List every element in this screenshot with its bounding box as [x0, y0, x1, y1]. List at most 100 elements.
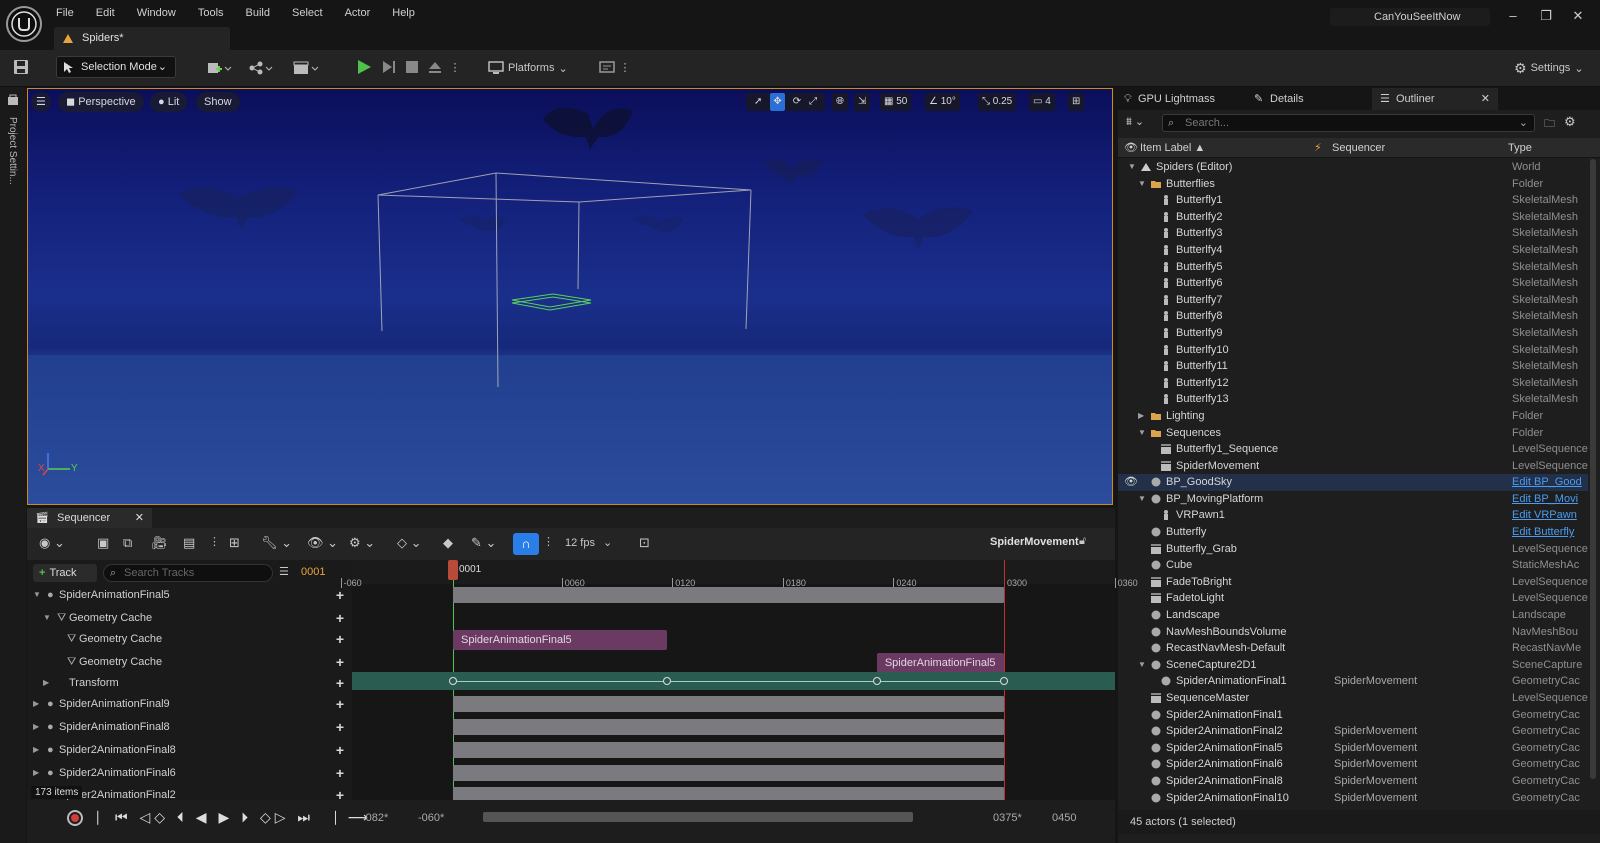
filter-icon[interactable]: ⩩ ⌄	[1126, 115, 1144, 129]
snap-magnet-icon[interactable]: ∩	[513, 533, 539, 555]
more-options-icon[interactable]: ⋮	[209, 535, 220, 548]
outliner-row[interactable]: SequenceMaster LevelSequence	[1118, 690, 1588, 707]
key-tools-icon[interactable]: ⊞	[229, 535, 240, 551]
rotation-snap-toggle[interactable]: ∠ 10°	[925, 93, 960, 111]
collapsed-arrow-icon[interactable]: ▶	[33, 762, 39, 784]
blueprint-icon[interactable]	[246, 58, 276, 78]
outliner-row[interactable]: ▶ Lighting Folder	[1118, 408, 1588, 425]
key-diamond-icon[interactable]: ◇ ⌄	[397, 535, 422, 551]
eye-icon[interactable]: 👁︎ ⌄	[307, 535, 338, 551]
gear-icon[interactable]: ⚙	[1564, 114, 1576, 130]
move-tool-icon[interactable]: ✥	[770, 93, 785, 111]
outliner-row[interactable]: Butterlfy5 SkeletalMesh	[1118, 259, 1588, 276]
menu-edit[interactable]: Edit	[96, 7, 115, 19]
outliner-row[interactable]: Butterlfy2 SkeletalMesh	[1118, 209, 1588, 226]
lock-icon[interactable]: 🔓︎	[1079, 535, 1086, 548]
track-section-bar[interactable]	[453, 765, 1004, 781]
edit-blueprint-link[interactable]: Edit VRPawn	[1512, 507, 1588, 524]
viewport-menu-button[interactable]: ☰	[31, 92, 51, 112]
outliner-row[interactable]: Spider2AnimationFinal6 SpiderMovement Geom…	[1118, 756, 1588, 773]
visibility-column-icon[interactable]: 👁︎	[1124, 138, 1138, 158]
track-section-bar[interactable]	[453, 587, 1004, 603]
collapsed-arrow-icon[interactable]: ▶	[33, 739, 39, 761]
unreal-logo-icon[interactable]	[6, 6, 42, 42]
outliner-row[interactable]: NavMeshBoundsVolume NavMeshBou	[1118, 624, 1588, 641]
outliner-row[interactable]: Butterlfy6 SkeletalMesh	[1118, 275, 1588, 292]
curve-editor-icon[interactable]: ⊡	[639, 535, 650, 551]
visibility-eye-icon[interactable]: 👁︎	[1124, 474, 1138, 491]
sequencer-track-row[interactable]: ▼ ⛛ Geometry Cache +	[27, 607, 352, 629]
expanded-arrow-icon[interactable]: ▼	[1138, 657, 1148, 674]
scale-snap-toggle[interactable]: ⤡ 0.25	[978, 93, 1017, 111]
timeline-scrollbar[interactable]	[483, 812, 913, 822]
track-section-bar[interactable]	[453, 719, 1004, 735]
column-sequencer[interactable]: Sequencer	[1332, 138, 1385, 158]
outliner-row[interactable]: Butterlfy8 SkeletalMesh	[1118, 308, 1588, 325]
show-button[interactable]: Show	[196, 92, 240, 112]
perspective-button[interactable]: ◼ Perspective	[58, 92, 144, 112]
keyframe-icon[interactable]	[1000, 677, 1008, 685]
outliner-row[interactable]: Spider2AnimationFinal2 SpiderMovement Geom…	[1118, 723, 1588, 740]
collapsed-arrow-icon[interactable]: ▶	[43, 672, 49, 694]
select-tool-icon[interactable]: ➚	[754, 93, 762, 111]
outliner-search-input[interactable]: ⌕ Search... ⌄	[1162, 114, 1535, 132]
expanded-arrow-icon[interactable]: ▼	[1128, 159, 1138, 176]
add-subtrack-icon[interactable]: +	[336, 739, 344, 761]
outliner-row[interactable]: Butterlfy11 SkeletalMesh	[1118, 358, 1588, 375]
filter-icon[interactable]: ☰	[279, 565, 289, 578]
record-button[interactable]	[67, 810, 83, 826]
sequencer-track-row[interactable]: ▼ ● SpiderAnimationFinal5 +	[27, 584, 352, 606]
maximize-button[interactable]: ❐	[1536, 8, 1556, 24]
outliner-row[interactable]: Spider2AnimationFinal8 SpiderMovement Geom…	[1118, 773, 1588, 790]
keyframe-icon[interactable]	[662, 677, 671, 685]
save-as-icon[interactable]: ⧉	[123, 535, 132, 551]
current-frame[interactable]: 0001	[301, 566, 325, 578]
more-options-icon[interactable]: ⋮	[543, 535, 554, 548]
add-subtrack-icon[interactable]: +	[336, 651, 344, 673]
menu-file[interactable]: File	[56, 7, 74, 19]
sequencer-timeline[interactable]: -060 0001 0060 0120 0180 0240 0300 0360 SpiderA…	[340, 560, 1138, 803]
add-subtrack-icon[interactable]: +	[336, 716, 344, 738]
grid-snap-toggle[interactable]: ▦ 50	[880, 93, 912, 111]
tab-gpu-lightmass[interactable]: 💡︎ GPU Lightmass	[1118, 88, 1244, 110]
settings-button[interactable]: ⚙ Settings ⌄	[1514, 56, 1584, 80]
scale-tool-icon[interactable]: ⤢	[809, 93, 817, 111]
outliner-row[interactable]: Butterfly1 SkeletalMesh	[1118, 192, 1588, 209]
outliner-row[interactable]: Butterlfy12 SkeletalMesh	[1118, 375, 1588, 392]
more-options-icon[interactable]: ⋮	[620, 58, 631, 76]
outliner-row[interactable]: ▼ Butterflies Folder	[1118, 176, 1588, 193]
outliner-row[interactable]: Butterfly1_Sequence LevelSequence	[1118, 441, 1588, 458]
lit-button[interactable]: ● Lit	[150, 92, 188, 112]
outliner-row[interactable]: VRPawn1 Edit VRPawn	[1118, 507, 1588, 524]
expanded-arrow-icon[interactable]: ▼	[43, 607, 51, 629]
save-icon[interactable]	[12, 58, 30, 76]
column-type[interactable]: Type	[1508, 138, 1532, 158]
timeline-ruler[interactable]: -060 0001 0060 0120 0180 0240 0300 0360	[340, 560, 1138, 588]
fps-dropdown[interactable]: 12 fps ⌄	[565, 536, 612, 550]
outliner-row[interactable]: ▼ SceneCapture2D1 SceneCapture	[1118, 657, 1588, 674]
save-icon[interactable]: ▣	[97, 535, 109, 551]
auto-key-icon[interactable]: ◆	[443, 535, 453, 551]
playhead-handle[interactable]	[448, 560, 458, 580]
menu-build[interactable]: Build	[246, 7, 270, 19]
clapper-icon[interactable]: ▤	[183, 535, 195, 551]
keyframe-icon[interactable]	[449, 677, 457, 685]
cinematics-icon[interactable]	[290, 58, 322, 78]
add-subtrack-icon[interactable]: +	[336, 672, 344, 694]
edit-blueprint-link[interactable]: Edit BP_Movi	[1512, 491, 1588, 508]
level-viewport[interactable]: Y X ☰ ◼ Perspective ● Lit Show ➚ ✥ ⟳ ⤢ 🌐…	[27, 88, 1113, 505]
menu-tools[interactable]: Tools	[198, 7, 224, 19]
menu-actor[interactable]: Actor	[345, 7, 371, 19]
working-range-end[interactable]: 0375*	[993, 812, 1022, 824]
outliner-row[interactable]: Butterlfy9 SkeletalMesh	[1118, 325, 1588, 342]
render-movie-icon[interactable]: 🎥︎	[151, 535, 168, 551]
advance-frame-icon[interactable]	[380, 58, 398, 76]
outliner-row[interactable]: Butterfly Edit Butterfly	[1118, 524, 1588, 541]
outliner-scrollbar[interactable]	[1590, 159, 1596, 779]
outliner-row[interactable]: Butterlfy10 SkeletalMesh	[1118, 342, 1588, 359]
collapsed-arrow-icon[interactable]: ▶	[33, 693, 39, 715]
expanded-arrow-icon[interactable]: ▼	[1138, 176, 1148, 193]
sequencer-track-row[interactable]: ▶ ● SpiderAnimationFinal8 +	[27, 716, 352, 738]
sequencer-track-row[interactable]: ▶ ● Spider2AnimationFinal6 +	[27, 762, 352, 784]
pen-icon[interactable]: ✎ ⌄	[471, 535, 496, 551]
